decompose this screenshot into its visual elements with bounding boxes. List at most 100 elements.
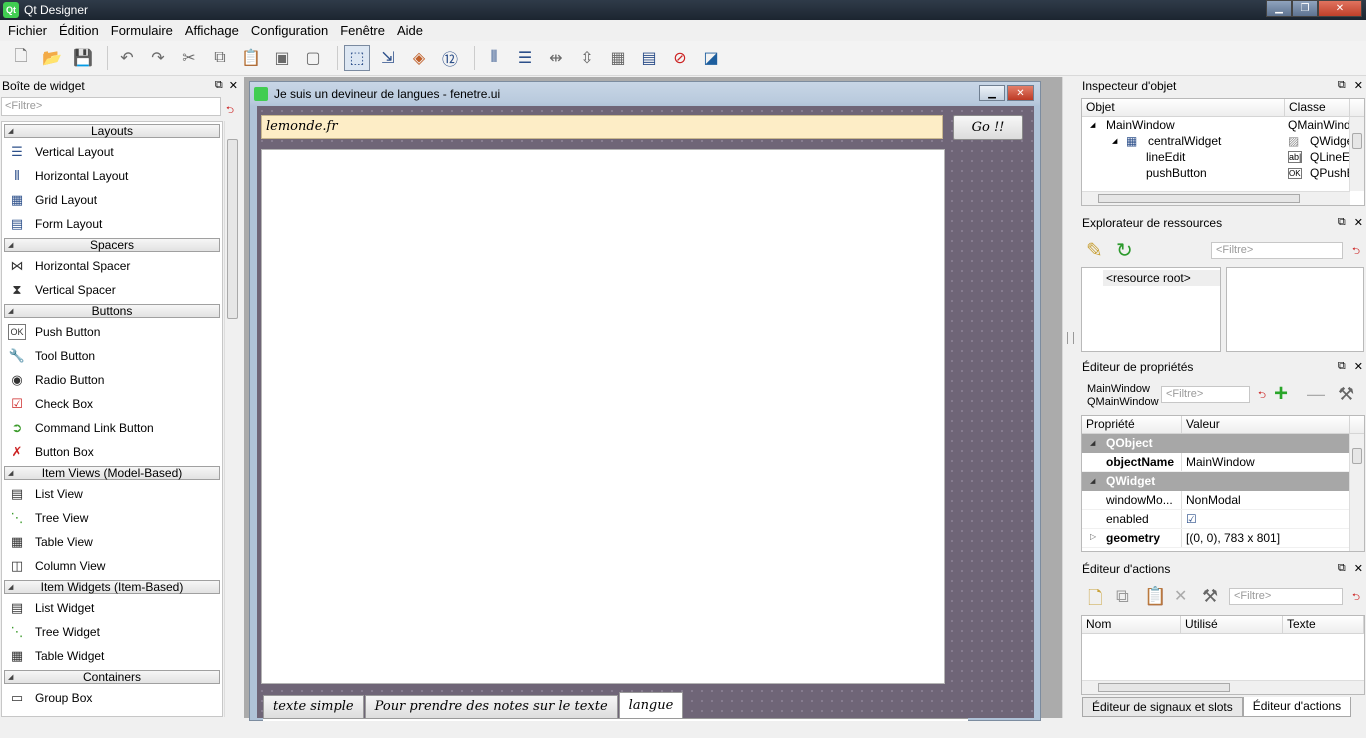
clear-filter-icon[interactable]: ⮌	[1258, 388, 1266, 405]
clear-filter-icon[interactable]: ⮌	[226, 103, 234, 120]
redo-icon[interactable]: ↷	[145, 45, 171, 71]
scrollbar-thumb[interactable]	[1352, 133, 1362, 149]
tab-action-editor[interactable]: Éditeur d'actions	[1242, 697, 1352, 717]
float-dock-icon[interactable]: ⧉	[1338, 79, 1346, 92]
action-filter-input[interactable]: <Filtre>	[1229, 588, 1343, 605]
clear-filter-icon[interactable]: ⮌	[1352, 244, 1360, 261]
close-dock-icon[interactable]: ✕	[229, 79, 238, 92]
reload-icon[interactable]: ↻	[1116, 238, 1133, 263]
layout-horizontal-splitter-icon[interactable]: ⇹	[543, 45, 569, 71]
adjust-size-icon[interactable]: ◪	[698, 45, 724, 71]
widget-tree-widget[interactable]: ⋱ Tree Widget	[2, 620, 222, 644]
tab-langue[interactable]: langue	[618, 692, 684, 719]
widget-check-box[interactable]: ☑ Check Box	[2, 392, 222, 416]
menu-fenetre[interactable]: Fenêtre	[334, 23, 391, 38]
url-line-edit[interactable]: lemonde.fr	[261, 115, 943, 139]
widget-column-view[interactable]: ◫ Column View	[2, 554, 222, 578]
menu-aide[interactable]: Aide	[391, 23, 429, 38]
close-dock-icon[interactable]: ✕	[1354, 216, 1363, 229]
widget-vertical-spacer[interactable]: ⧗ Vertical Spacer	[2, 278, 222, 302]
menu-fichier[interactable]: Fichier	[2, 23, 53, 38]
expand-arrow-icon[interactable]: ▷	[1090, 532, 1096, 541]
splitter-handle[interactable]	[1067, 332, 1074, 344]
scrollbar-thumb[interactable]	[1098, 683, 1230, 692]
edit-tab-order-icon[interactable]: ⑫	[437, 45, 463, 71]
object-tree-vscroll[interactable]	[1349, 117, 1364, 191]
tree-row-lineedit[interactable]: lineEdit ab| QLineEdit	[1082, 149, 1364, 165]
configure-icon[interactable]: ⚒	[1202, 586, 1218, 607]
edit-resources-icon[interactable]: ✎	[1086, 238, 1103, 263]
float-dock-icon[interactable]: ⧉	[1338, 360, 1346, 373]
menu-formulaire[interactable]: Formulaire	[105, 23, 179, 38]
layout-vertical-splitter-icon[interactable]: ⇳	[574, 45, 600, 71]
scrollbar-thumb[interactable]	[1352, 448, 1362, 464]
widget-horizontal-layout[interactable]: ⦀ Horizontal Layout	[2, 164, 222, 188]
edit-widgets-icon[interactable]: ⬚	[344, 45, 370, 71]
save-icon[interactable]: 💾	[70, 45, 96, 71]
column-header-object[interactable]: Objet	[1082, 99, 1285, 116]
copy-action-icon[interactable]: ⧉	[1116, 586, 1129, 607]
form-minimize-button[interactable]: ▁	[979, 85, 1005, 101]
widget-push-button[interactable]: OK Push Button	[2, 320, 222, 344]
enabled-checkbox[interactable]: ☑	[1181, 510, 1349, 528]
column-header-used[interactable]: Utilisé	[1181, 616, 1283, 633]
widget-horizontal-spacer[interactable]: ⋈ Horizontal Spacer	[2, 254, 222, 278]
widget-button-box[interactable]: ✗ Button Box	[2, 440, 222, 464]
undo-icon[interactable]: ↶	[114, 45, 140, 71]
close-button[interactable]: ✕	[1318, 0, 1362, 17]
tree-row-mainwindow[interactable]: ◢ MainWindow QMainWindow	[1082, 117, 1364, 133]
menu-affichage[interactable]: Affichage	[179, 23, 245, 38]
edit-signals-slots-icon[interactable]: ⇲	[375, 45, 401, 71]
layout-horizontal-icon[interactable]: ⦀	[481, 45, 507, 71]
property-filter-input[interactable]: <Filtre>	[1161, 386, 1250, 403]
section-qobject[interactable]: QObject	[1082, 434, 1349, 453]
minimize-button[interactable]: ▁	[1266, 0, 1292, 17]
widget-list-scrollbar[interactable]	[224, 121, 240, 717]
property-row[interactable]: ▷ geometry [(0, 0), 783 x 801]	[1082, 529, 1349, 548]
copy-icon[interactable]: ⧉	[207, 45, 233, 71]
property-value[interactable]: [(0, 0), 783 x 801]	[1181, 529, 1349, 547]
widget-radio-button[interactable]: ◉ Radio Button	[2, 368, 222, 392]
widget-list-widget[interactable]: ▤ List Widget	[2, 596, 222, 620]
configure-icon[interactable]: ⚒	[1338, 384, 1354, 405]
float-dock-icon[interactable]: ⧉	[1338, 216, 1346, 229]
form-close-button[interactable]: ✕	[1007, 85, 1034, 101]
scrollbar-thumb[interactable]	[227, 139, 238, 319]
menu-edition[interactable]: Édition	[53, 23, 105, 38]
property-value[interactable]: NonModal	[1181, 491, 1349, 509]
widget-list-view[interactable]: ▤ List View	[2, 482, 222, 506]
tab-texte-simple[interactable]: texte simple	[263, 695, 364, 719]
category-item-views[interactable]: Item Views (Model-Based)	[4, 466, 220, 480]
column-header-text[interactable]: Texte	[1283, 616, 1364, 633]
section-qwidget[interactable]: QWidget	[1082, 472, 1349, 491]
close-dock-icon[interactable]: ✕	[1354, 360, 1363, 373]
paste-action-icon[interactable]: 📋	[1144, 586, 1166, 607]
go-button[interactable]: Go !!	[953, 115, 1023, 140]
tab-signal-slot-editor[interactable]: Éditeur de signaux et slots	[1082, 697, 1243, 717]
layout-vertical-icon[interactable]: ☰	[512, 45, 538, 71]
tree-row-centralwidget[interactable]: ◢ ▦ centralWidget ▨ QWidget	[1082, 133, 1364, 149]
property-row[interactable]: enabled ☑	[1082, 510, 1349, 529]
float-dock-icon[interactable]: ⧉	[215, 79, 223, 92]
tree-row-pushbutton[interactable]: pushButton OK QPushButton	[1082, 165, 1364, 181]
layout-grid-icon[interactable]: ▦	[605, 45, 631, 71]
tab-notes[interactable]: Pour prendre des notes sur le texte	[364, 695, 618, 719]
layout-form-icon[interactable]: ▤	[636, 45, 662, 71]
float-dock-icon[interactable]: ⧉	[1338, 562, 1346, 575]
add-dynamic-property-icon[interactable]: +	[1274, 380, 1288, 408]
new-action-icon[interactable]: 🗋	[1088, 586, 1102, 616]
category-buttons[interactable]: Buttons	[4, 304, 220, 318]
maximize-button[interactable]: ❐	[1292, 0, 1318, 17]
column-header-property[interactable]: Propriété	[1082, 416, 1182, 433]
central-scrollbar[interactable]	[1062, 77, 1078, 718]
open-folder-icon[interactable]: 📂	[39, 45, 65, 71]
expand-arrow-icon[interactable]: ◢	[1090, 121, 1095, 129]
close-dock-icon[interactable]: ✕	[1354, 79, 1363, 92]
column-header-value[interactable]: Valeur	[1182, 416, 1350, 433]
column-header-name[interactable]: Nom	[1082, 616, 1181, 633]
clear-filter-icon[interactable]: ⮌	[1352, 590, 1360, 607]
menu-configuration[interactable]: Configuration	[245, 23, 334, 38]
delete-action-icon[interactable]: ✕	[1174, 586, 1187, 606]
column-header-class[interactable]: Classe	[1285, 99, 1350, 116]
category-containers[interactable]: Containers	[4, 670, 220, 684]
